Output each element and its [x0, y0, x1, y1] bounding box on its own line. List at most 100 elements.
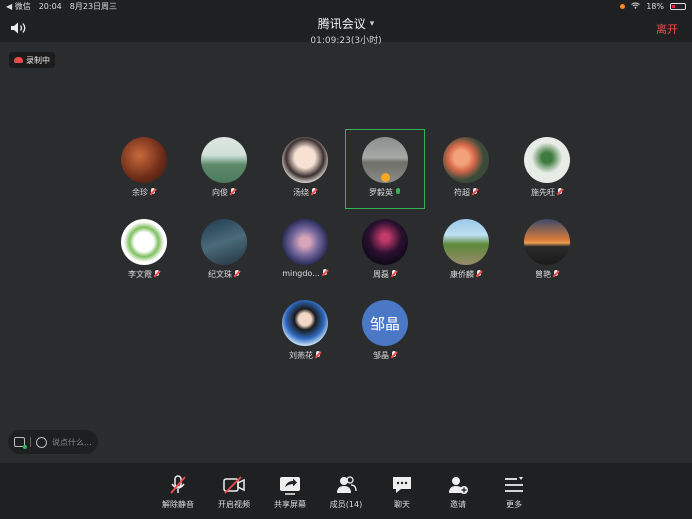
invite-label: 邀请 — [450, 500, 466, 509]
hand-raised-icon — [381, 173, 390, 182]
recording-badge: 录制中 — [9, 52, 55, 68]
members-icon — [337, 476, 357, 493]
leave-button[interactable]: 离开 — [656, 21, 678, 37]
participant-tile[interactable]: 李文霞 — [104, 212, 184, 292]
participant-tile[interactable]: 康侨麟 — [426, 212, 506, 292]
participant-tile[interactable]: 曾艳 — [507, 212, 587, 292]
avatar — [282, 219, 328, 265]
meeting-toolbar: 解除静音 开启视频 共享屏幕 成员(14) 聊天 邀请 更多 — [0, 463, 692, 519]
unmute-button[interactable]: 解除静音 — [162, 475, 194, 519]
participant-tile[interactable]: mingdo... — [265, 212, 345, 292]
participant-name: 刘燕花 — [289, 351, 313, 360]
chat-button[interactable]: 聊天 — [387, 475, 417, 519]
participant-name: 施先旺 — [531, 188, 555, 197]
chat-label: 聊天 — [394, 500, 410, 509]
emoji-icon[interactable] — [36, 436, 47, 448]
participant-name: 康侨麟 — [450, 270, 474, 279]
participant-tile[interactable]: 汤绕 — [265, 130, 345, 210]
unmute-label: 解除静音 — [162, 500, 194, 509]
participant-tile[interactable]: 施先旺 — [507, 130, 587, 210]
participant-tile[interactable]: 余珍 — [104, 130, 184, 210]
invite-button[interactable]: 邀请 — [443, 475, 473, 519]
mic-muted-icon — [153, 270, 161, 279]
divider — [30, 437, 31, 447]
more-menu-icon — [505, 477, 523, 492]
participant-name: 向俊 — [212, 188, 228, 197]
share-screen-label: 共享屏幕 — [274, 500, 306, 509]
participant-name: 邹晶 — [373, 351, 389, 360]
meeting-timer: 01:09:23(3小时) — [310, 36, 382, 46]
participant-name: 纪文珠 — [208, 270, 232, 279]
battery-percent: 18% — [646, 1, 664, 11]
mic-muted-icon — [149, 188, 157, 197]
avatar — [121, 219, 167, 265]
chat-icon — [393, 477, 411, 493]
participant-tile[interactable]: 周磊 — [345, 212, 425, 292]
chat-placeholder: 说点什么... — [52, 437, 92, 447]
mic-muted-icon — [471, 188, 479, 197]
mic-muted-icon — [556, 188, 564, 197]
mic-muted-icon — [314, 351, 322, 360]
mic-muted-icon — [552, 270, 560, 279]
participant-tile[interactable]: 刘燕花 — [265, 293, 345, 373]
location-dot-icon — [620, 3, 626, 9]
status-bar: ◀ 微信 20:04 8月23日周三 18% — [0, 0, 692, 12]
chevron-down-icon: ▾ — [369, 18, 375, 29]
participant-name: 曾艳 — [535, 270, 551, 279]
chat-bubble-icon[interactable] — [14, 437, 27, 449]
members-button[interactable]: 成员(14) — [329, 475, 363, 519]
participant-tile[interactable]: 向俊 — [184, 130, 264, 210]
participant-name: mingdo... — [282, 269, 320, 278]
avatar — [201, 219, 247, 265]
participant-name: 符超 — [454, 188, 470, 197]
recording-label: 录制中 — [26, 55, 50, 65]
participant-name: 周磊 — [373, 270, 389, 279]
add-user-icon — [449, 477, 468, 494]
mic-muted-icon — [233, 270, 241, 279]
participant-name: 汤绕 — [293, 188, 309, 197]
share-screen-button[interactable]: 共享屏幕 — [274, 475, 306, 519]
participant-tile[interactable]: 纪文珠 — [184, 212, 264, 292]
mic-muted-icon — [321, 269, 329, 278]
share-screen-icon — [280, 477, 300, 495]
mic-muted-icon — [310, 188, 318, 197]
avatar — [201, 137, 247, 183]
avatar — [282, 300, 328, 346]
meeting-title-text: 腾讯会议 — [317, 17, 366, 31]
back-to-app[interactable]: ◀ 微信 — [6, 1, 31, 12]
participant-name: 罗毅英 — [369, 188, 393, 197]
cloud-record-icon — [14, 57, 23, 63]
mic-muted-icon — [229, 188, 237, 197]
status-date: 8月23日周三 — [69, 1, 118, 11]
mic-muted-icon — [475, 270, 483, 279]
avatar — [282, 137, 328, 183]
start-video-button[interactable]: 开启视频 — [218, 475, 250, 519]
avatar-text: 邹晶 — [362, 300, 408, 346]
participant-tile-active-speaker[interactable]: 罗毅英 — [345, 129, 425, 209]
more-button[interactable]: 更多 — [499, 475, 529, 519]
start-video-label: 开启视频 — [218, 500, 250, 509]
chat-input[interactable]: 说点什么... — [8, 430, 98, 454]
avatar — [524, 137, 570, 183]
wifi-icon — [631, 2, 641, 11]
more-label: 更多 — [506, 500, 522, 509]
participant-tile[interactable]: 邹晶 邹晶 — [345, 293, 425, 373]
avatar — [443, 137, 489, 183]
participant-tile[interactable]: 符超 — [426, 130, 506, 210]
status-time: 20:04 — [38, 1, 62, 11]
avatar — [443, 219, 489, 265]
avatar — [362, 219, 408, 265]
meeting-title[interactable]: 腾讯会议 ▾ — [318, 15, 375, 32]
mic-muted-icon — [170, 475, 186, 494]
video-off-icon — [223, 476, 245, 494]
members-label: 成员(14) — [329, 500, 363, 509]
participant-name: 李文霞 — [128, 270, 152, 279]
battery-icon — [670, 2, 686, 10]
avatar — [121, 137, 167, 183]
mic-muted-icon — [390, 270, 398, 279]
meeting-header: 腾讯会议 ▾ 01:09:23(3小时) 离开 — [0, 12, 692, 46]
mic-muted-icon — [390, 351, 398, 360]
avatar — [524, 219, 570, 265]
avatar — [362, 137, 408, 183]
mic-on-icon — [395, 188, 401, 197]
